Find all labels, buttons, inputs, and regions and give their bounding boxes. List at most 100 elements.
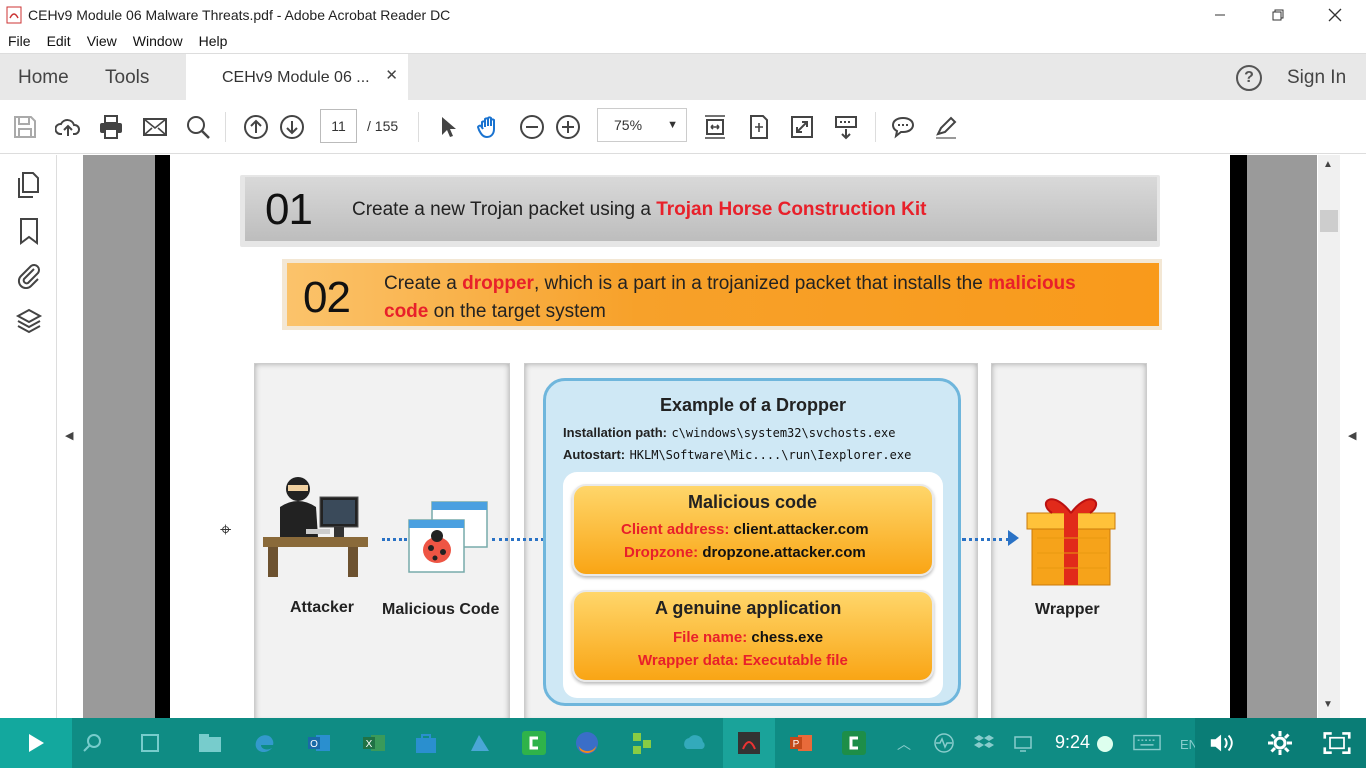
rotate-page-icon[interactable] (744, 112, 774, 142)
comment-icon[interactable] (888, 112, 918, 142)
file-explorer-icon[interactable] (196, 730, 224, 756)
network-tray-icon[interactable] (1010, 730, 1038, 756)
excel-icon[interactable]: X (360, 730, 388, 756)
dropzone-label: Dropzone: (624, 544, 699, 561)
layers-icon[interactable] (15, 307, 43, 340)
zoom-value: 75% (614, 117, 643, 133)
close-window-button[interactable] (1312, 0, 1358, 30)
keyboard-icon[interactable] (1133, 730, 1161, 756)
task-view-icon[interactable] (136, 730, 164, 756)
firefox-icon[interactable] (573, 730, 601, 756)
hand-tool-icon[interactable] (474, 112, 504, 142)
arrow-head-icon (1008, 530, 1019, 546)
edge-browser-icon[interactable] (250, 730, 278, 756)
scroll-mode-icon[interactable] (831, 112, 861, 142)
minimize-button[interactable] (1197, 0, 1243, 30)
clock[interactable]: 9:24 (1055, 732, 1090, 753)
highlight-pen-icon[interactable] (931, 112, 961, 142)
vertical-scrollbar[interactable]: ▲ ▼ (1318, 155, 1340, 718)
expand-right-icon[interactable]: ◀ (1348, 429, 1356, 442)
step2-text-a: Create a (384, 273, 463, 294)
connector-dots (492, 538, 544, 541)
menu-window[interactable]: Window (125, 30, 191, 52)
install-path-label: Installation path: (563, 425, 667, 440)
menu-edit[interactable]: Edit (39, 30, 79, 52)
search-icon[interactable] (183, 112, 213, 142)
svg-text:X: X (366, 739, 373, 750)
scrollbar-thumb[interactable] (1320, 210, 1338, 232)
full-screen-icon[interactable] (787, 112, 817, 142)
scroll-up-icon[interactable]: ▲ (1323, 159, 1333, 170)
restore-button[interactable] (1255, 0, 1301, 30)
crosshair-cursor-icon: ⌖ (220, 519, 232, 541)
collapse-left-icon[interactable]: ◀ (65, 429, 73, 442)
volume-icon[interactable] (1208, 730, 1236, 756)
malicious-code-illustration (407, 500, 492, 580)
document-tab[interactable]: CEHv9 Module 06 ... ✕ (186, 54, 408, 101)
store-icon[interactable] (412, 730, 440, 756)
email-icon[interactable] (140, 112, 170, 142)
dropzone-row: Dropzone: dropzone.attacker.com (624, 544, 866, 561)
tab-bar: Home Tools CEHv9 Module 06 ... ✕ ? Sign … (0, 53, 1366, 101)
outlook-icon[interactable]: O (305, 730, 333, 756)
zoom-select[interactable]: 75% ▼ (597, 108, 687, 142)
acrobat-icon[interactable] (735, 730, 763, 756)
camtasia-icon[interactable] (520, 730, 548, 756)
chevron-up-icon[interactable]: ︿ (897, 734, 911, 754)
print-icon[interactable] (96, 112, 126, 142)
help-icon[interactable]: ? (1236, 65, 1262, 91)
step2-number: 02 (303, 273, 351, 322)
malicious-code-title: Malicious code (688, 492, 818, 512)
fit-page-icon[interactable] (700, 112, 730, 142)
bookmark-icon[interactable] (18, 217, 40, 250)
zoom-in-icon[interactable] (553, 112, 583, 142)
camtasia-recorder-icon[interactable] (840, 730, 868, 756)
autostart-value: HKLM\Software\Mic....\run\Iexplorer.exe (629, 448, 912, 462)
previous-page-icon[interactable] (241, 112, 271, 142)
menu-help[interactable]: Help (191, 30, 236, 52)
tools-tab[interactable]: Tools (105, 54, 149, 101)
close-tab-icon[interactable]: ✕ (385, 66, 398, 84)
fullscreen-player-icon[interactable] (1323, 730, 1351, 756)
settings-gear-icon[interactable] (1266, 730, 1294, 756)
menu-view[interactable]: View (79, 30, 125, 52)
install-path-row: Installation path: c\windows\system32\sv… (563, 424, 895, 442)
play-button[interactable] (0, 718, 72, 768)
connector-dots (962, 538, 1010, 541)
step2-text-b: , which is a part in a trojanized packet… (533, 273, 989, 294)
svg-text:O: O (310, 739, 318, 750)
step1-number: 01 (265, 185, 313, 234)
powerpoint-icon[interactable]: P (787, 730, 815, 756)
malicious-code-label: Malicious Code (382, 601, 500, 618)
dropper-title: Example of a Dropper (660, 395, 847, 415)
search-taskbar-icon[interactable] (78, 730, 106, 756)
sign-in-button[interactable]: Sign In (1287, 54, 1346, 101)
genuine-app-title: A genuine application (655, 598, 842, 618)
menu-file[interactable]: File (0, 30, 39, 52)
page-thumbnails-icon[interactable] (16, 171, 42, 204)
home-tab[interactable]: Home (18, 54, 69, 101)
dropbox-icon[interactable] (970, 730, 998, 756)
attachment-icon[interactable] (16, 261, 42, 294)
toolbar: 11 / 155 75% ▼ (0, 100, 1366, 154)
autostart-label: Autostart: (563, 447, 626, 462)
toolbar-divider (875, 112, 876, 142)
right-collapse-strip[interactable]: ◀ (1340, 155, 1366, 718)
upload-cloud-icon[interactable] (53, 112, 83, 142)
azure-icon[interactable] (466, 730, 494, 756)
attacker-label: Attacker (290, 599, 355, 616)
file-name-row: File name: chess.exe (673, 629, 823, 646)
remote-app-icon[interactable] (680, 730, 708, 756)
pulse-tray-icon[interactable] (930, 730, 958, 756)
scroll-down-icon[interactable]: ▼ (1323, 699, 1333, 710)
select-cursor-icon[interactable] (432, 112, 462, 142)
zoom-out-icon[interactable] (517, 112, 547, 142)
step2-text-c: on the target system (428, 301, 606, 322)
install-path-value: c\windows\system32\svchosts.exe (671, 426, 896, 440)
next-page-icon[interactable] (277, 112, 307, 142)
left-collapse-strip[interactable]: ◀ (57, 155, 83, 718)
network-app-icon[interactable] (628, 730, 656, 756)
dropzone-value: dropzone.attacker.com (702, 544, 866, 561)
save-icon[interactable] (10, 112, 40, 142)
page-number-input[interactable]: 11 (320, 109, 357, 143)
